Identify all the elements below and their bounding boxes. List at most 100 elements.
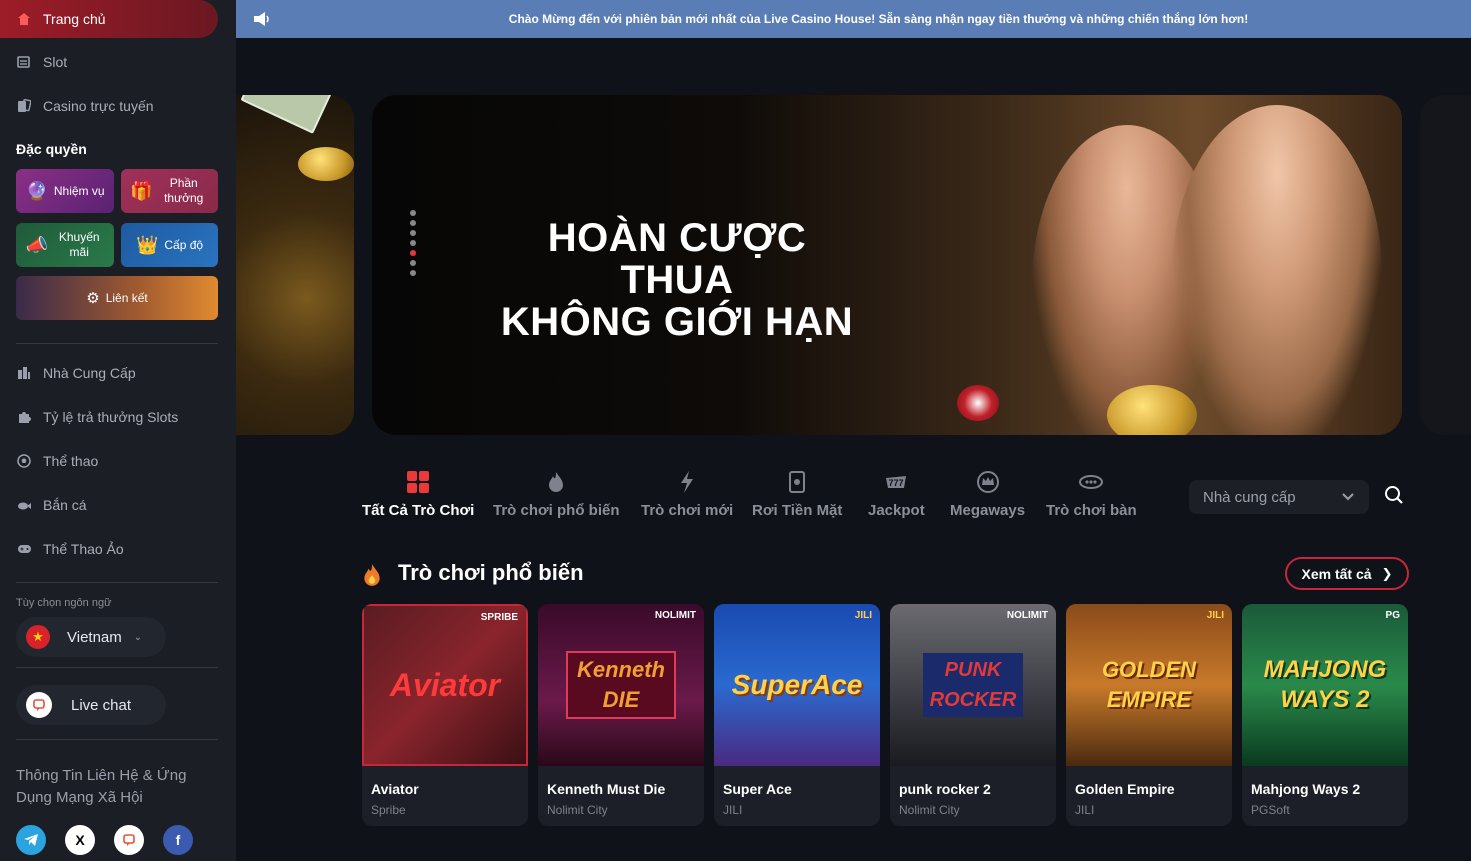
puzzle-icon xyxy=(16,409,32,425)
facebook-icon[interactable]: f xyxy=(163,825,193,855)
telegram-icon[interactable] xyxy=(16,825,46,855)
game-card[interactable]: NOLIMIT Kenneth DIE Kenneth Must Die Nol… xyxy=(538,604,704,826)
gamepad-icon xyxy=(16,541,32,557)
contact-title: Thông Tin Liên Hệ & Ứng Dụng Mạng Xã Hội xyxy=(16,767,187,806)
hero-slide-next[interactable] xyxy=(1420,95,1471,435)
hero-slide-prev[interactable] xyxy=(236,95,354,435)
megaways-icon xyxy=(976,466,999,498)
chevron-down-icon: ⌄ xyxy=(133,631,143,643)
announcement-bar: Chào Mừng đến với phiên bản mới nhất của… xyxy=(236,0,1471,38)
perk-label: Phần thưởng xyxy=(164,176,204,205)
tab-label: Megaways xyxy=(950,502,1026,519)
sidebar-item-casino[interactable]: Casino trực tuyến xyxy=(0,87,218,125)
perk-mission-button[interactable]: 🔮 Nhiệm vụ xyxy=(16,169,114,213)
tab-popular[interactable]: Trò chơi phổ biến xyxy=(493,466,620,526)
coin-image xyxy=(298,147,354,181)
svg-text:777: 777 xyxy=(889,478,904,488)
see-all-button[interactable]: Xem tất cả ❯ xyxy=(1285,557,1409,590)
language-value: Vietnam xyxy=(67,628,122,646)
perk-level-button[interactable]: 👑 Cấp độ xyxy=(121,223,218,267)
provider-select-label: Nhà cung cấp xyxy=(1203,488,1296,506)
chat-bubble-icon[interactable] xyxy=(114,825,144,855)
game-thumbnail: JILI GOLDEN EMPIRE xyxy=(1066,604,1232,766)
game-art-title: MAHJONG WAYS 2 xyxy=(1263,656,1387,713)
sidebar-item-label: Nhà Cung Cấp xyxy=(43,365,136,381)
sidebar-item-label: Casino trực tuyến xyxy=(43,98,154,114)
sidebar-item-sports[interactable]: Thể thao xyxy=(0,442,218,480)
tab-megaways[interactable]: Megaways xyxy=(950,466,1025,526)
carousel-dots xyxy=(410,210,416,280)
sidebar-item-fishing[interactable]: Bắn cá xyxy=(0,486,218,524)
hero-title-line2: KHÔNG GIỚI HẠN xyxy=(500,300,854,344)
tab-all-games[interactable]: Tất Cả Trò Chơi xyxy=(362,466,474,526)
tab-table-games[interactable]: Trò chơi bàn xyxy=(1046,466,1137,526)
sidebar-item-home[interactable]: Trang chủ xyxy=(0,0,218,38)
slot-icon xyxy=(16,54,32,70)
soccer-icon xyxy=(16,453,32,469)
game-card[interactable]: JILI GOLDEN EMPIRE Golden Empire JILI xyxy=(1066,604,1232,826)
table-game-icon xyxy=(1079,466,1104,498)
game-name: Super Ace xyxy=(723,781,792,797)
game-thumbnail: SPRIBE Aviator xyxy=(362,604,528,766)
perk-label: Liên kết xyxy=(105,290,148,305)
hero-title-line1: HOÀN CƯỢC THUA xyxy=(547,216,807,302)
divider xyxy=(16,667,218,668)
game-art-title: GOLDEN EMPIRE xyxy=(1101,657,1197,712)
sidebar-item-rtp[interactable]: Tỷ lệ trả thưởng Slots xyxy=(0,398,218,436)
reward-icon: 🎁 xyxy=(130,180,153,201)
chevron-down-icon xyxy=(1341,489,1355,507)
tab-cash-drop[interactable]: Rơi Tiền Mặt xyxy=(752,466,842,526)
game-thumbnail: NOLIMIT Kenneth DIE xyxy=(538,604,704,766)
tab-label: Jackpot xyxy=(868,502,925,519)
tab-jackpot[interactable]: 777 Jackpot xyxy=(868,466,925,526)
tab-label: Tất Cả Trò Chơi xyxy=(362,502,475,519)
tab-new[interactable]: Trò chơi mới xyxy=(641,466,733,526)
fire-icon xyxy=(362,563,382,592)
carousel-dot[interactable] xyxy=(410,260,416,266)
game-card[interactable]: PG MAHJONG WAYS 2 Mahjong Ways 2 PGSoft xyxy=(1242,604,1408,826)
x-twitter-icon[interactable]: X xyxy=(65,825,95,855)
live-chat-button[interactable]: Live chat xyxy=(16,685,166,725)
section-title: Trò chơi phổ biến xyxy=(398,560,584,585)
hero-banner[interactable]: HOÀN CƯỢC THUA KHÔNG GIỚI HẠN xyxy=(372,95,1402,435)
provider-badge: NOLIMIT xyxy=(654,610,696,621)
game-art-title: PUNK ROCKER xyxy=(923,653,1023,717)
search-icon xyxy=(1384,486,1404,509)
tab-label: Rơi Tiền Mặt xyxy=(752,502,843,519)
carousel-dot[interactable] xyxy=(410,250,416,256)
sidebar-item-label: Trang chủ xyxy=(43,11,106,27)
fish-icon xyxy=(16,497,32,513)
carousel-dot[interactable] xyxy=(410,230,416,236)
game-card[interactable]: SPRIBE Aviator Aviator Spribe xyxy=(362,604,528,826)
game-thumbnail: PG MAHJONG WAYS 2 xyxy=(1242,604,1408,766)
perk-affiliate-button[interactable]: ⚙ Liên kết xyxy=(16,276,218,320)
cash-drop-icon xyxy=(789,466,806,498)
grid-icon xyxy=(406,466,430,498)
game-name: Kenneth Must Die xyxy=(547,781,666,797)
casino-chip-image xyxy=(957,385,999,421)
carousel-dot[interactable] xyxy=(410,220,416,226)
game-card[interactable]: NOLIMIT PUNK ROCKER punk rocker 2 Nolimi… xyxy=(890,604,1056,826)
sidebar-item-virtual-sports[interactable]: Thể Thao Ảo xyxy=(0,530,218,568)
carousel-dot[interactable] xyxy=(410,270,416,276)
carousel-dot[interactable] xyxy=(410,210,416,216)
vietnam-flag-icon: ★ xyxy=(26,625,50,649)
provider-badge: SPRIBE xyxy=(480,612,518,623)
perk-promotion-button[interactable]: 📣 Khuyến mãi xyxy=(16,223,114,267)
sidebar-item-slot[interactable]: Slot xyxy=(0,43,218,81)
divider xyxy=(16,739,218,740)
perk-reward-button[interactable]: 🎁 Phần thưởng xyxy=(121,169,218,213)
game-name: punk rocker 2 xyxy=(899,781,991,797)
perk-label: Nhiệm vụ xyxy=(53,183,105,198)
sidebar-item-providers[interactable]: Nhà Cung Cấp xyxy=(0,354,218,392)
game-name: Mahjong Ways 2 xyxy=(1251,781,1361,797)
sidebar-item-label: Bắn cá xyxy=(43,497,87,513)
search-button[interactable] xyxy=(1384,485,1406,507)
carousel-dot[interactable] xyxy=(410,240,416,246)
divider xyxy=(16,343,218,344)
chat-icon xyxy=(26,692,52,718)
game-card[interactable]: JILI SuperAce Super Ace JILI xyxy=(714,604,880,826)
game-provider: Spribe xyxy=(371,803,406,817)
provider-select[interactable]: Nhà cung cấp xyxy=(1189,480,1369,514)
language-select[interactable]: ★ Vietnam ⌄ xyxy=(16,617,166,657)
